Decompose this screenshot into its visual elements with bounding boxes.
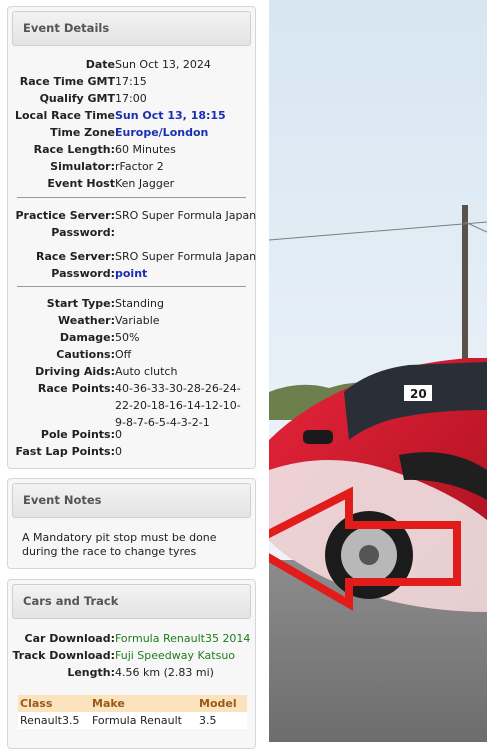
event-info-row: Time Zone Europe/London — [8, 124, 257, 141]
event-info-label: Event Host — [47, 177, 115, 190]
race-points-value: 40-36-33-30-28-26-24-22-20-18-16-14-12-1… — [115, 382, 241, 429]
car-download-label: Car Download: — [24, 632, 115, 645]
table-header-class: Class — [18, 695, 90, 712]
event-details-header: Event Details — [12, 11, 251, 46]
event-info-value: 17:15 — [115, 75, 147, 88]
race-setting-value: 50% — [115, 331, 140, 344]
race-car-illustration: 20 — [269, 0, 487, 742]
race-setting-label: Driving Aids: — [35, 365, 115, 378]
event-info-row: Event Host Ken Jagger — [8, 175, 257, 192]
race-points-row: Race Points: 40-36-33-30-28-26-24-22-20-… — [8, 380, 257, 431]
event-info-row: Qualify GMT 17:00 — [8, 90, 257, 107]
race-setting-label: Start Type: — [46, 297, 115, 310]
event-info-value: 17:00 — [115, 92, 147, 105]
divider — [17, 286, 246, 287]
table-cell-model: 3.5 — [197, 712, 247, 729]
car-download-row: Car Download: Formula Renault35 2014 — [8, 630, 257, 647]
event-info-label: Date — [85, 58, 115, 71]
car-class-table: Class Make Model Renault3.5 Formula Rena… — [18, 695, 247, 729]
table-row: Renault3.5 Formula Renault 3.5 — [18, 712, 247, 729]
table-header-model: Model — [197, 695, 247, 712]
table-cell-class: Renault3.5 — [18, 712, 90, 729]
race-setting-value: Variable — [115, 314, 160, 327]
race-server-value: SRO Super Formula Japan — [115, 250, 257, 263]
pole-points-label: Pole Points: — [40, 428, 115, 441]
event-info-row: Date Sun Oct 13, 2024 — [8, 56, 257, 73]
event-sidebar: Event Details Date Sun Oct 13, 2024 Race T… — [0, 0, 266, 749]
event-info-row: Race Time GMT 17:15 — [8, 73, 257, 90]
event-info-value: rFactor 2 — [115, 160, 164, 173]
event-details-panel: Event Details Date Sun Oct 13, 2024 Race T… — [7, 6, 256, 469]
event-notes-panel: Event Notes A Mandatory pit stop must be… — [7, 478, 256, 569]
svg-text:20: 20 — [410, 387, 427, 401]
race-setting-row: Damage: 50% — [8, 329, 257, 346]
fast-lap-points-label: Fast Lap Points: — [15, 445, 116, 458]
event-info-label: Race Length: — [33, 143, 115, 156]
race-setting-label: Damage: — [59, 331, 115, 344]
cars-and-track-header: Cars and Track — [12, 584, 251, 619]
table-header-row: Class Make Model — [18, 695, 247, 712]
race-setting-label: Cautions: — [56, 348, 115, 361]
track-download-link[interactable]: Fuji Speedway Katsuo — [115, 647, 235, 664]
track-length-label: Length: — [67, 666, 115, 679]
event-info-label: Race Time GMT — [19, 75, 115, 88]
fast-lap-points-value: 0 — [115, 445, 122, 458]
track-length-row: Length: 4.56 km (2.83 mi) — [8, 664, 257, 681]
race-setting-row: Start Type: Standing — [8, 295, 257, 312]
event-notes-text: A Mandatory pit stop must be done during… — [22, 531, 217, 558]
race-setting-value: Off — [115, 348, 132, 361]
race-setting-row: Driving Aids: Auto clutch — [8, 363, 257, 380]
event-info-label: Time Zone — [50, 126, 115, 139]
event-info-value[interactable]: Europe/London — [115, 124, 208, 141]
table-header-make: Make — [90, 695, 197, 712]
practice-server-label: Practice Server: — [15, 209, 115, 222]
cars-and-track-panel: Cars and Track Car Download: Formula Ren… — [7, 579, 256, 749]
race-points-label: Race Points: — [37, 382, 115, 395]
practice-server-value: SRO Super Formula Japan — [115, 209, 257, 222]
event-info-row: Race Length: 60 Minutes — [8, 141, 257, 158]
event-info-value: Sun Oct 13, 2024 — [115, 58, 211, 71]
event-info-value: Ken Jagger — [115, 177, 175, 190]
event-notes-header: Event Notes — [12, 483, 251, 518]
race-password-value[interactable]: point — [115, 265, 147, 282]
table-cell-make: Formula Renault — [90, 712, 197, 729]
event-info-value[interactable]: Sun Oct 13, 18:15 — [115, 107, 226, 124]
pole-points-row: Pole Points: 0 — [8, 426, 257, 443]
car-download-link[interactable]: Formula Renault35 2014 — [115, 630, 250, 647]
event-info-value: 60 Minutes — [115, 143, 176, 156]
race-car-image: 20 — [269, 0, 487, 742]
race-password-label: Password: — [51, 267, 115, 280]
race-setting-value: Auto clutch — [115, 365, 178, 378]
race-server-row: Race Server: SRO Super Formula Japan — [8, 248, 257, 265]
race-setting-label: Weather: — [58, 314, 115, 327]
track-download-label: Track Download: — [12, 649, 115, 662]
race-setting-value: Standing — [115, 297, 165, 310]
event-info-label: Simulator: — [50, 160, 115, 173]
practice-password-label: Password: — [51, 226, 115, 239]
event-info-label: Local Race Time — [14, 109, 115, 122]
track-download-row: Track Download: Fuji Speedway Katsuo — [8, 647, 257, 664]
event-info-row: Simulator: rFactor 2 — [8, 158, 257, 175]
divider — [17, 197, 246, 198]
pole-points-value: 0 — [115, 428, 122, 441]
race-server-label: Race Server: — [36, 250, 115, 263]
event-info-row: Local Race Time Sun Oct 13, 18:15 — [8, 107, 257, 124]
track-length-value: 4.56 km (2.83 mi) — [115, 666, 214, 679]
fast-lap-points-row: Fast Lap Points: 0 — [8, 443, 257, 460]
event-info-label: Qualify GMT — [39, 92, 115, 105]
race-password-row: Password: point — [8, 265, 257, 282]
practice-server-row: Practice Server: SRO Super Formula Japan — [8, 207, 257, 224]
race-setting-row: Cautions: Off — [8, 346, 257, 363]
practice-password-row: Password: — [8, 224, 257, 241]
race-setting-row: Weather: Variable — [8, 312, 257, 329]
